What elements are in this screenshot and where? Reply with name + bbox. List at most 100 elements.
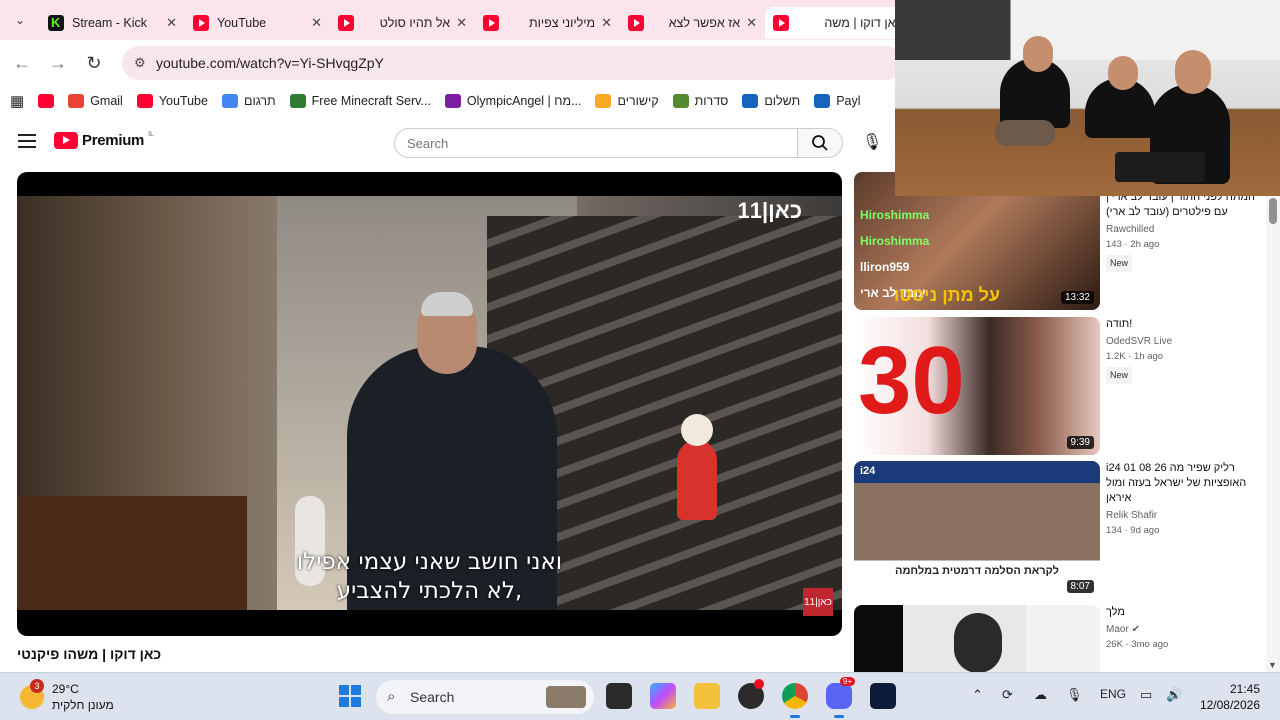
thumbnail-text: לקראת הסלמה דרמטית במלחמה: [895, 565, 1059, 577]
close-icon[interactable]: ✕: [166, 15, 177, 31]
youtube-icon: [193, 15, 209, 31]
bookmark-links[interactable]: קישורים: [595, 94, 659, 108]
youtube-icon: [773, 15, 789, 31]
recommendation-title[interactable]: תודה!: [1106, 317, 1256, 332]
webcam-cat: [995, 120, 1055, 146]
webcam-keyboard: [1115, 152, 1205, 182]
back-arrow-icon[interactable]: ←: [4, 53, 40, 74]
video-scene-doll-head: [681, 414, 713, 446]
webcam-head: [1175, 50, 1211, 94]
url-bar[interactable]: ⚙ youtube.com/watch?v=Yi-SHvqgZpY: [122, 46, 902, 80]
close-icon[interactable]: ✕: [601, 15, 612, 31]
chrome-icon[interactable]: [782, 683, 808, 718]
paypal-icon: [814, 94, 831, 108]
apps-grid-icon[interactable]: ▦: [10, 92, 24, 110]
duration-badge: 9:39: [1066, 436, 1094, 449]
obs-icon[interactable]: [738, 679, 764, 709]
chat-line: Hiroshimma: [860, 234, 930, 248]
bookmark-gmail[interactable]: Gmail: [68, 94, 123, 108]
notification-badge: 3: [30, 679, 44, 693]
youtube-icon: [338, 15, 354, 31]
file-explorer-icon[interactable]: [694, 683, 720, 709]
recommendation-title[interactable]: רליק שפיר מה 26 08 01 i24 האופציות של יש…: [1106, 461, 1256, 506]
recommendation-item[interactable]: 30 9:39 תודה! OdedSVR Live 1.2K · 1h ago…: [854, 317, 1274, 455]
close-icon[interactable]: ✕: [311, 15, 322, 31]
tab-video-3[interactable]: אל תהיו סולט ✕: [330, 7, 475, 39]
subtitles: ואני חושב שאני עצמי אפילו לא הלכתי להצבי…: [17, 548, 842, 606]
channel-name[interactable]: Rawchilled: [1106, 222, 1256, 237]
scrollbar[interactable]: ▼: [1266, 196, 1280, 672]
tab-search-chevron-icon[interactable]: ⌄: [0, 0, 40, 40]
microphone-icon[interactable]: 🎙: [862, 132, 882, 152]
microphone-icon[interactable]: 🎙: [1066, 687, 1083, 703]
thumbnail-text: על מתן ניסטו: [894, 285, 1001, 305]
bookmark-translate[interactable]: תרגום: [221, 94, 276, 108]
sync-icon[interactable]: ⟳: [1002, 687, 1013, 703]
webcam-head: [1023, 36, 1053, 72]
cloud-off-icon[interactable]: ☁: [1034, 687, 1047, 703]
taskbar-search[interactable]: ⌕ Search: [376, 680, 594, 714]
bookmark-payment[interactable]: תשלום: [742, 94, 800, 108]
youtube-premium-logo[interactable]: Premium IL: [54, 131, 154, 149]
volume-icon[interactable]: 🔊: [1166, 687, 1182, 703]
site-info-icon[interactable]: ⚙: [134, 55, 146, 71]
duration-badge: 13:32: [1060, 291, 1094, 304]
tab-video-4[interactable]: מיליוני צפיות ✕: [475, 7, 620, 39]
bookmark-youtube-icon-only[interactable]: [38, 94, 55, 108]
chat-line: Hiroshimma: [860, 208, 930, 222]
task-view-icon[interactable]: [606, 683, 632, 709]
youtube-icon: [38, 94, 55, 108]
video-player[interactable]: כאן|11 ואני חושב שאני עצמי אפילו לא הלכת…: [17, 172, 842, 636]
tab-active-video[interactable]: כאן דוקו | משה: [765, 7, 910, 39]
channel-name[interactable]: OdedSVR Live: [1106, 334, 1256, 349]
bookmark-minecraft[interactable]: Free Minecraft Serv...: [289, 94, 431, 108]
bookmark-paypal[interactable]: Payl: [814, 94, 861, 108]
video-thumbnail[interactable]: [854, 605, 1100, 672]
video-thumbnail[interactable]: 30 9:39: [854, 317, 1100, 455]
recommendation-item[interactable]: i24 לקראת הסלמה דרמטית במלחמה 8:07 רליק …: [854, 461, 1274, 599]
bookmark-olympicangel[interactable]: OlympicAngel | מח...: [444, 94, 581, 108]
youtube-icon: [136, 94, 153, 108]
close-icon[interactable]: ✕: [746, 15, 757, 31]
copilot-icon[interactable]: [650, 683, 676, 709]
bookmark-youtube[interactable]: YouTube: [136, 94, 208, 108]
youtube-icon: [54, 132, 78, 149]
channel-watermark: כאן|11: [737, 198, 802, 223]
gmail-icon: [68, 94, 85, 108]
reload-icon[interactable]: ↻: [76, 53, 112, 74]
duration-badge: 8:07: [1066, 580, 1094, 593]
system-clock[interactable]: 21:45 12/08/2026: [1196, 681, 1260, 713]
search-button[interactable]: [797, 128, 843, 158]
recommendation-item[interactable]: מלך Maor ✔ 26K · 3mo ago: [854, 605, 1274, 672]
tab-youtube[interactable]: YouTube ✕: [185, 7, 330, 39]
verified-icon: ✔: [1131, 624, 1140, 635]
search-input[interactable]: Search: [394, 128, 798, 158]
video-meta: 1.2K · 1h ago: [1106, 351, 1164, 362]
video-meta: 134 · 9d ago: [1106, 525, 1160, 536]
discord-icon[interactable]: 9+: [826, 677, 856, 718]
tab-kick[interactable]: Stream - Kick✕: [40, 7, 185, 39]
forward-arrow-icon[interactable]: →: [40, 53, 76, 74]
teamviewer-icon[interactable]: [870, 683, 896, 709]
recommendation-title[interactable]: מלך: [1106, 605, 1256, 620]
thumbnail-text: 30: [858, 327, 965, 434]
language-indicator[interactable]: ENG: [1100, 687, 1126, 701]
network-icon[interactable]: ▭: [1140, 687, 1152, 703]
menu-icon[interactable]: [18, 134, 36, 148]
tab-video-5[interactable]: אז אפשר לצא ✕: [620, 7, 765, 39]
weather-widget[interactable]: 3 29°C מעונן חלקית: [20, 679, 114, 713]
chevron-up-icon[interactable]: ⌃: [972, 687, 983, 703]
video-scene-doll: [677, 440, 717, 520]
video-thumbnail[interactable]: i24 לקראת הסלמה דרמטית במלחמה 8:07: [854, 461, 1100, 599]
windows-start-icon[interactable]: [339, 685, 361, 707]
clock-time: 21:45: [1229, 682, 1260, 696]
search-icon: [812, 135, 828, 151]
close-icon[interactable]: ✕: [456, 15, 467, 31]
windows-taskbar: 3 29°C מעונן חלקית ⌕ Search 9+ ⌃ ⟳ ☁ 🎙 EN…: [0, 672, 1280, 720]
channel-name[interactable]: Relik Shafir: [1106, 508, 1256, 523]
channel-name[interactable]: Maor ✔: [1106, 622, 1256, 637]
scroll-down-icon[interactable]: ▼: [1268, 660, 1277, 670]
scrollbar-thumb[interactable]: [1269, 198, 1277, 224]
paypal-icon: [742, 94, 759, 108]
bookmark-series[interactable]: סדרות: [672, 94, 728, 108]
